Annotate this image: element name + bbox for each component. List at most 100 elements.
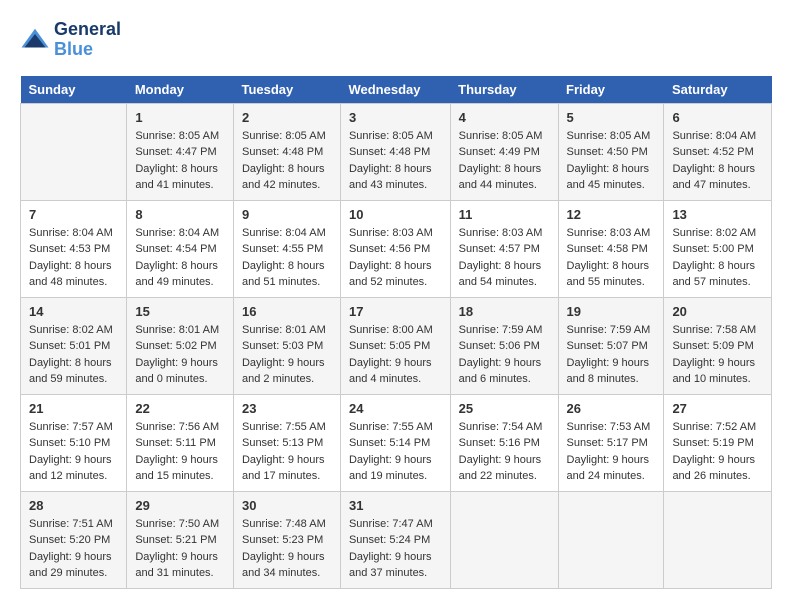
day-number: 12 — [567, 207, 656, 222]
day-number: 30 — [242, 498, 332, 513]
calendar-cell — [21, 103, 127, 200]
daylight: Daylight: 8 hours and 57 minutes. — [672, 258, 763, 291]
header-saturday: Saturday — [664, 76, 772, 104]
cell-content: Sunrise: 7:48 AM Sunset: 5:23 PM Dayligh… — [242, 516, 332, 582]
calendar-cell: 3 Sunrise: 8:05 AM Sunset: 4:48 PM Dayli… — [340, 103, 450, 200]
sunset: Sunset: 5:03 PM — [242, 338, 332, 355]
logo-text: General Blue — [54, 20, 121, 60]
calendar-cell: 8 Sunrise: 8:04 AM Sunset: 4:54 PM Dayli… — [127, 200, 234, 297]
sunrise: Sunrise: 8:02 AM — [672, 225, 763, 242]
sunrise: Sunrise: 8:05 AM — [459, 128, 550, 145]
sunset: Sunset: 4:48 PM — [349, 144, 442, 161]
day-number: 13 — [672, 207, 763, 222]
day-number: 8 — [135, 207, 225, 222]
calendar-week-row: 21 Sunrise: 7:57 AM Sunset: 5:10 PM Dayl… — [21, 394, 772, 491]
daylight: Daylight: 9 hours and 19 minutes. — [349, 452, 442, 485]
sunrise: Sunrise: 8:02 AM — [29, 322, 118, 339]
calendar-cell: 29 Sunrise: 7:50 AM Sunset: 5:21 PM Dayl… — [127, 491, 234, 588]
sunset: Sunset: 4:56 PM — [349, 241, 442, 258]
day-number: 26 — [567, 401, 656, 416]
sunrise: Sunrise: 7:55 AM — [242, 419, 332, 436]
daylight: Daylight: 9 hours and 4 minutes. — [349, 355, 442, 388]
sunset: Sunset: 4:58 PM — [567, 241, 656, 258]
day-number: 6 — [672, 110, 763, 125]
cell-content: Sunrise: 8:05 AM Sunset: 4:49 PM Dayligh… — [459, 128, 550, 194]
calendar-cell — [664, 491, 772, 588]
header-tuesday: Tuesday — [233, 76, 340, 104]
sunset: Sunset: 5:06 PM — [459, 338, 550, 355]
daylight: Daylight: 9 hours and 31 minutes. — [135, 549, 225, 582]
sunset: Sunset: 5:17 PM — [567, 435, 656, 452]
daylight: Daylight: 8 hours and 43 minutes. — [349, 161, 442, 194]
calendar-cell: 2 Sunrise: 8:05 AM Sunset: 4:48 PM Dayli… — [233, 103, 340, 200]
sunrise: Sunrise: 7:58 AM — [672, 322, 763, 339]
cell-content: Sunrise: 7:47 AM Sunset: 5:24 PM Dayligh… — [349, 516, 442, 582]
header-monday: Monday — [127, 76, 234, 104]
day-number: 20 — [672, 304, 763, 319]
sunset: Sunset: 4:54 PM — [135, 241, 225, 258]
daylight: Daylight: 8 hours and 59 minutes. — [29, 355, 118, 388]
cell-content: Sunrise: 8:01 AM Sunset: 5:03 PM Dayligh… — [242, 322, 332, 388]
daylight: Daylight: 9 hours and 29 minutes. — [29, 549, 118, 582]
calendar-cell — [558, 491, 664, 588]
sunset: Sunset: 5:07 PM — [567, 338, 656, 355]
day-number: 19 — [567, 304, 656, 319]
calendar-week-row: 14 Sunrise: 8:02 AM Sunset: 5:01 PM Dayl… — [21, 297, 772, 394]
cell-content: Sunrise: 8:03 AM Sunset: 4:56 PM Dayligh… — [349, 225, 442, 291]
cell-content: Sunrise: 8:02 AM Sunset: 5:01 PM Dayligh… — [29, 322, 118, 388]
day-number: 18 — [459, 304, 550, 319]
cell-content: Sunrise: 8:04 AM Sunset: 4:53 PM Dayligh… — [29, 225, 118, 291]
cell-content: Sunrise: 7:50 AM Sunset: 5:21 PM Dayligh… — [135, 516, 225, 582]
daylight: Daylight: 8 hours and 51 minutes. — [242, 258, 332, 291]
sunrise: Sunrise: 7:55 AM — [349, 419, 442, 436]
day-number: 24 — [349, 401, 442, 416]
day-number: 17 — [349, 304, 442, 319]
daylight: Daylight: 9 hours and 6 minutes. — [459, 355, 550, 388]
calendar-cell: 19 Sunrise: 7:59 AM Sunset: 5:07 PM Dayl… — [558, 297, 664, 394]
daylight: Daylight: 8 hours and 52 minutes. — [349, 258, 442, 291]
calendar-cell: 26 Sunrise: 7:53 AM Sunset: 5:17 PM Dayl… — [558, 394, 664, 491]
header-friday: Friday — [558, 76, 664, 104]
calendar-cell: 4 Sunrise: 8:05 AM Sunset: 4:49 PM Dayli… — [450, 103, 558, 200]
day-number: 7 — [29, 207, 118, 222]
calendar-cell: 6 Sunrise: 8:04 AM Sunset: 4:52 PM Dayli… — [664, 103, 772, 200]
sunset: Sunset: 5:02 PM — [135, 338, 225, 355]
daylight: Daylight: 9 hours and 0 minutes. — [135, 355, 225, 388]
cell-content: Sunrise: 7:54 AM Sunset: 5:16 PM Dayligh… — [459, 419, 550, 485]
daylight: Daylight: 9 hours and 37 minutes. — [349, 549, 442, 582]
calendar-cell: 21 Sunrise: 7:57 AM Sunset: 5:10 PM Dayl… — [21, 394, 127, 491]
daylight: Daylight: 9 hours and 34 minutes. — [242, 549, 332, 582]
calendar-cell: 27 Sunrise: 7:52 AM Sunset: 5:19 PM Dayl… — [664, 394, 772, 491]
day-number: 15 — [135, 304, 225, 319]
sunrise: Sunrise: 8:04 AM — [242, 225, 332, 242]
calendar-cell: 13 Sunrise: 8:02 AM Sunset: 5:00 PM Dayl… — [664, 200, 772, 297]
sunrise: Sunrise: 8:04 AM — [672, 128, 763, 145]
header-thursday: Thursday — [450, 76, 558, 104]
day-number: 9 — [242, 207, 332, 222]
cell-content: Sunrise: 8:03 AM Sunset: 4:57 PM Dayligh… — [459, 225, 550, 291]
cell-content: Sunrise: 8:05 AM Sunset: 4:50 PM Dayligh… — [567, 128, 656, 194]
sunset: Sunset: 4:53 PM — [29, 241, 118, 258]
sunrise: Sunrise: 7:57 AM — [29, 419, 118, 436]
calendar-cell — [450, 491, 558, 588]
daylight: Daylight: 9 hours and 10 minutes. — [672, 355, 763, 388]
sunset: Sunset: 5:05 PM — [349, 338, 442, 355]
sunset: Sunset: 4:52 PM — [672, 144, 763, 161]
sunrise: Sunrise: 8:05 AM — [567, 128, 656, 145]
day-number: 23 — [242, 401, 332, 416]
sunrise: Sunrise: 8:05 AM — [349, 128, 442, 145]
sunrise: Sunrise: 8:01 AM — [242, 322, 332, 339]
sunset: Sunset: 5:11 PM — [135, 435, 225, 452]
cell-content: Sunrise: 7:52 AM Sunset: 5:19 PM Dayligh… — [672, 419, 763, 485]
logo-icon — [20, 25, 50, 55]
sunrise: Sunrise: 8:03 AM — [459, 225, 550, 242]
calendar-week-row: 7 Sunrise: 8:04 AM Sunset: 4:53 PM Dayli… — [21, 200, 772, 297]
calendar-table: SundayMondayTuesdayWednesdayThursdayFrid… — [20, 76, 772, 589]
calendar-cell: 15 Sunrise: 8:01 AM Sunset: 5:02 PM Dayl… — [127, 297, 234, 394]
sunrise: Sunrise: 7:59 AM — [459, 322, 550, 339]
cell-content: Sunrise: 8:05 AM Sunset: 4:48 PM Dayligh… — [242, 128, 332, 194]
daylight: Daylight: 9 hours and 15 minutes. — [135, 452, 225, 485]
sunrise: Sunrise: 7:54 AM — [459, 419, 550, 436]
day-number: 27 — [672, 401, 763, 416]
sunset: Sunset: 4:55 PM — [242, 241, 332, 258]
